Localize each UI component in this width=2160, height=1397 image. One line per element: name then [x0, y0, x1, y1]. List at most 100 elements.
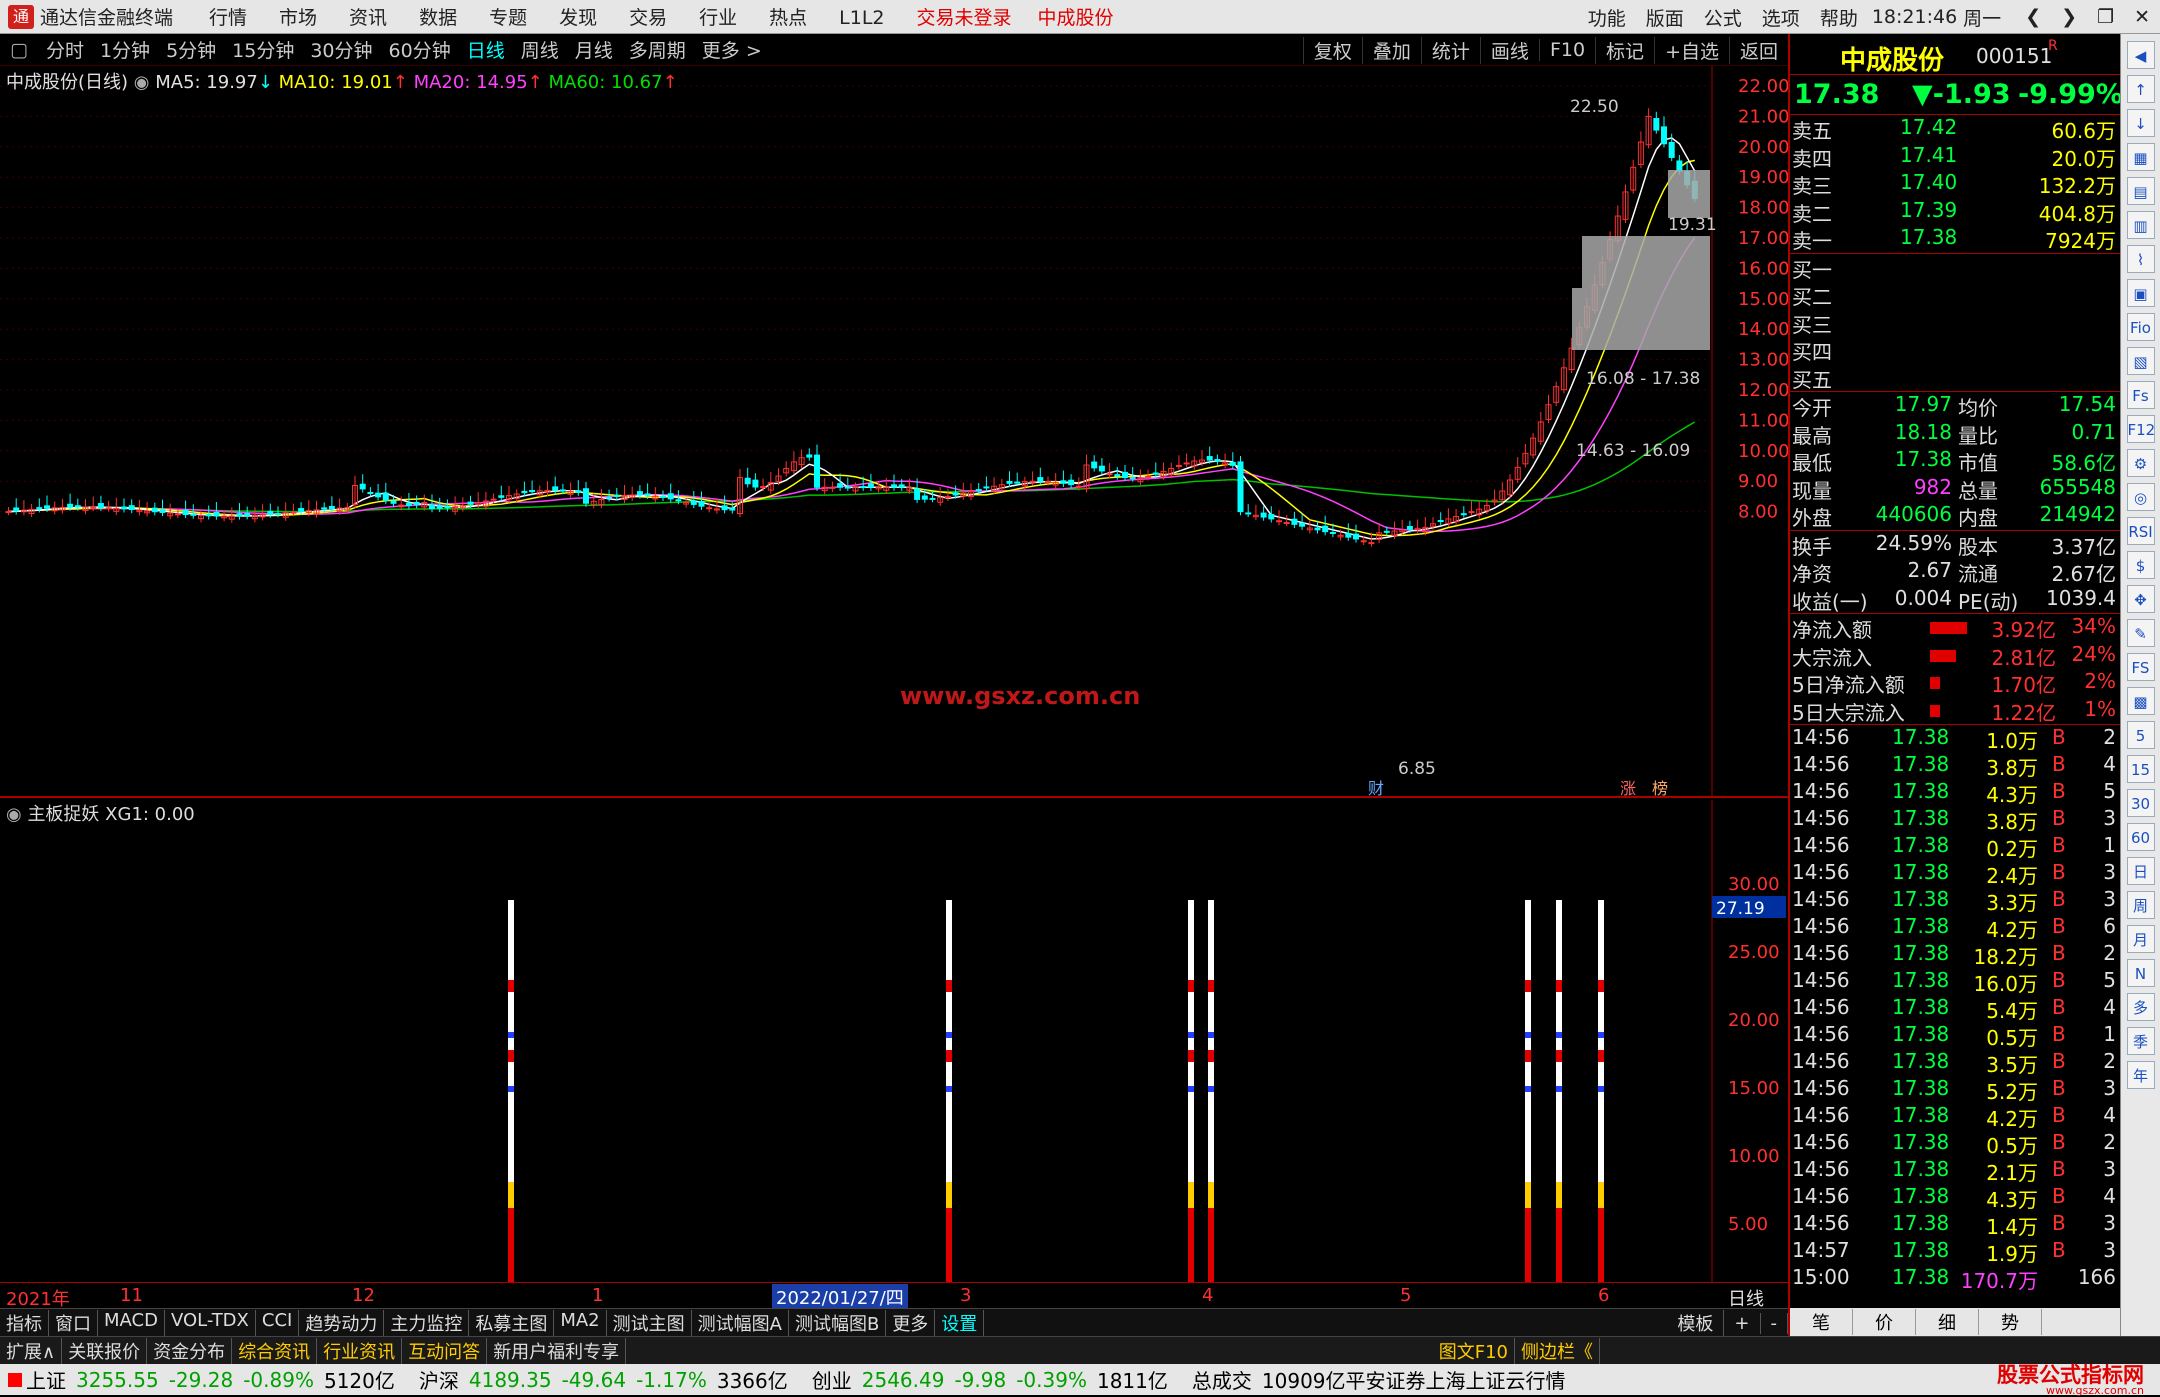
period-tab[interactable]: 月线 — [567, 36, 621, 63]
indicator-tab[interactable]: MA2 — [554, 1309, 607, 1336]
period-tab[interactable]: 15分钟 — [224, 36, 302, 63]
indicator-tab[interactable]: 测试幅图A — [692, 1309, 789, 1336]
menu-item[interactable]: 市场 — [279, 7, 317, 29]
panel-tab[interactable]: 价 — [1853, 1309, 1916, 1335]
chart-tool[interactable]: 统计 — [1420, 36, 1480, 64]
indicator-svg[interactable]: 30.00 25.00 20.00 15.00 10.00 5.00 27.19 — [0, 800, 1788, 1282]
tab-right-btn[interactable]: + — [1724, 1312, 1761, 1334]
period-tab[interactable]: 30分钟 — [302, 36, 380, 63]
panel-tab[interactable]: 细 — [1916, 1309, 1979, 1335]
right-menu-item[interactable]: 公式 — [1704, 8, 1742, 30]
tick-list[interactable]: 14:56 17.38 1.0万 B 2 14:56 17.38 3.8万 B 4 14:56 17.… — [1790, 724, 2120, 1293]
side-tool-icon[interactable]: 月 — [2126, 925, 2155, 953]
ask-row[interactable]: 卖三 17.40 132.2万 — [1790, 170, 2120, 198]
side-tool-icon[interactable]: ◀ — [2126, 41, 2155, 69]
side-tool-icon[interactable]: ▥ — [2126, 211, 2155, 239]
link-tab[interactable]: 互动问答 — [402, 1337, 488, 1364]
side-tool-icon[interactable]: ▧ — [2126, 347, 2155, 375]
indicator-tab[interactable]: 测试主图 — [607, 1309, 692, 1336]
chart-tool[interactable]: F10 — [1538, 39, 1595, 61]
settings-icon[interactable]: ◉ — [134, 72, 155, 93]
restore-icon[interactable]: ❐ — [2097, 6, 2114, 28]
menu-item[interactable]: 发现 — [559, 7, 597, 29]
menu-item[interactable]: L1L2 — [839, 7, 884, 29]
menu-item[interactable]: 行情 — [209, 7, 247, 29]
tab-right-btn[interactable]: - — [1761, 1312, 1788, 1334]
kline-svg[interactable]: 22.00 21.00 20.00 19.00 18.00 17.00 16.00 15.00… — [0, 66, 1790, 798]
side-tool-icon[interactable]: FS — [2126, 653, 2155, 681]
indicator-tab[interactable]: 私募主图 — [469, 1309, 555, 1336]
menu-item[interactable]: 交易 — [629, 7, 667, 29]
indicator-tab[interactable]: 窗口 — [49, 1309, 98, 1336]
link-right[interactable]: 侧边栏《 — [1515, 1338, 1600, 1364]
period-tab[interactable]: 多周期 — [621, 36, 694, 63]
collapse-icon[interactable]: ▢ — [0, 39, 38, 61]
menu-item[interactable]: 资讯 — [349, 7, 387, 29]
ask-row[interactable]: 卖五 17.42 60.6万 — [1790, 115, 2120, 143]
indicator-tab[interactable]: 指标 — [0, 1309, 49, 1336]
tab-right-btn[interactable]: 模板 — [1667, 1310, 1725, 1336]
side-tool-icon[interactable]: Fio — [2126, 313, 2155, 341]
menu-item[interactable]: 行业 — [699, 7, 737, 29]
side-tool-icon[interactable]: ✎ — [2126, 619, 2155, 647]
side-tool-icon[interactable]: 15 — [2126, 755, 2155, 783]
link-tab[interactable]: 行业资讯 — [317, 1337, 403, 1364]
side-tool-icon[interactable]: F12 — [2126, 415, 2155, 443]
side-tool-icon[interactable]: RSI — [2126, 517, 2155, 545]
chart-tool[interactable]: 复权 — [1302, 36, 1362, 64]
idx3-name[interactable]: 创业 — [812, 1365, 852, 1394]
link-tab[interactable]: 资金分布 — [147, 1337, 233, 1364]
indicator-tab[interactable]: 设置 — [935, 1309, 985, 1336]
ask-row[interactable]: 卖二 17.39 404.8万 — [1790, 198, 2120, 226]
indicator-chart[interactable]: 30.00 25.00 20.00 15.00 10.00 5.00 27.19 ◉ 主板… — [0, 800, 1788, 1282]
chart-tool[interactable]: +自选 — [1654, 36, 1729, 64]
indicator-settings-icon[interactable]: ◉ — [6, 804, 27, 825]
menu-item[interactable]: 数据 — [419, 7, 457, 29]
bid-row[interactable]: 买五 — [1790, 364, 2120, 392]
indicator-tab[interactable]: 测试幅图B — [789, 1309, 887, 1336]
side-tool-icon[interactable]: Fs — [2126, 381, 2155, 409]
period-tab[interactable]: 分时 — [38, 36, 92, 63]
indicator-tab[interactable]: 趋势动力 — [299, 1309, 385, 1336]
close-icon[interactable]: ✕ — [2134, 6, 2150, 28]
link-right[interactable]: 图文F10 — [1433, 1338, 1515, 1364]
link-tab[interactable]: 新用户福利专享 — [487, 1337, 627, 1364]
chart-tool[interactable]: 画线 — [1479, 36, 1539, 64]
side-tool-icon[interactable]: ✥ — [2126, 585, 2155, 613]
indicator-tab[interactable]: CCI — [256, 1309, 300, 1336]
right-menu-item[interactable]: 功能 — [1588, 8, 1626, 30]
side-tool-icon[interactable]: 5 — [2126, 721, 2155, 749]
right-menu-item[interactable]: 版面 — [1646, 8, 1684, 30]
panel-tab[interactable]: 势 — [1979, 1309, 2042, 1335]
back-icon[interactable]: ❮ — [2025, 6, 2041, 28]
indicator-tab[interactable]: 更多 — [886, 1309, 936, 1336]
link-tab[interactable]: 扩展∧ — [0, 1337, 63, 1364]
side-tool-icon[interactable]: 多 — [2126, 993, 2155, 1021]
side-tool-icon[interactable]: ⚙ — [2126, 449, 2155, 477]
side-tool-icon[interactable]: 周 — [2126, 891, 2155, 919]
period-tab[interactable]: 日线 — [459, 36, 513, 63]
period-tab[interactable]: 周线 — [513, 36, 567, 63]
bid-row[interactable]: 买三 — [1790, 309, 2120, 337]
panel-tab[interactable]: 笔 — [1790, 1309, 1853, 1335]
chart-tool[interactable]: 返回 — [1728, 36, 1788, 64]
ask-row[interactable]: 卖四 17.41 20.0万 — [1790, 143, 2120, 171]
side-tool-icon[interactable]: ↑ — [2126, 75, 2155, 103]
period-tab[interactable]: 60分钟 — [381, 36, 459, 63]
indicator-tab[interactable]: 主力监控 — [384, 1309, 470, 1336]
side-tool-icon[interactable]: $ — [2126, 551, 2155, 579]
link-tab[interactable]: 关联报价 — [62, 1337, 148, 1364]
period-tab[interactable]: 5分钟 — [158, 36, 224, 63]
period-tab[interactable]: 1分钟 — [92, 36, 158, 63]
side-tool-icon[interactable]: 60 — [2126, 823, 2155, 851]
side-tool-icon[interactable]: 日 — [2126, 857, 2155, 885]
right-menu-item[interactable]: 选项 — [1762, 8, 1800, 30]
indicator-tab[interactable]: MACD — [98, 1309, 165, 1336]
side-tool-icon[interactable]: 年 — [2126, 1061, 2155, 1089]
side-tool-icon[interactable]: N — [2126, 959, 2155, 987]
right-menu-item[interactable]: 帮助 — [1820, 8, 1858, 30]
bid-row[interactable]: 买二 — [1790, 281, 2120, 309]
forward-icon[interactable]: ❯ — [2061, 6, 2077, 28]
period-tab[interactable]: 更多 > — [694, 36, 770, 63]
idx2-name[interactable]: 沪深 — [419, 1365, 459, 1394]
